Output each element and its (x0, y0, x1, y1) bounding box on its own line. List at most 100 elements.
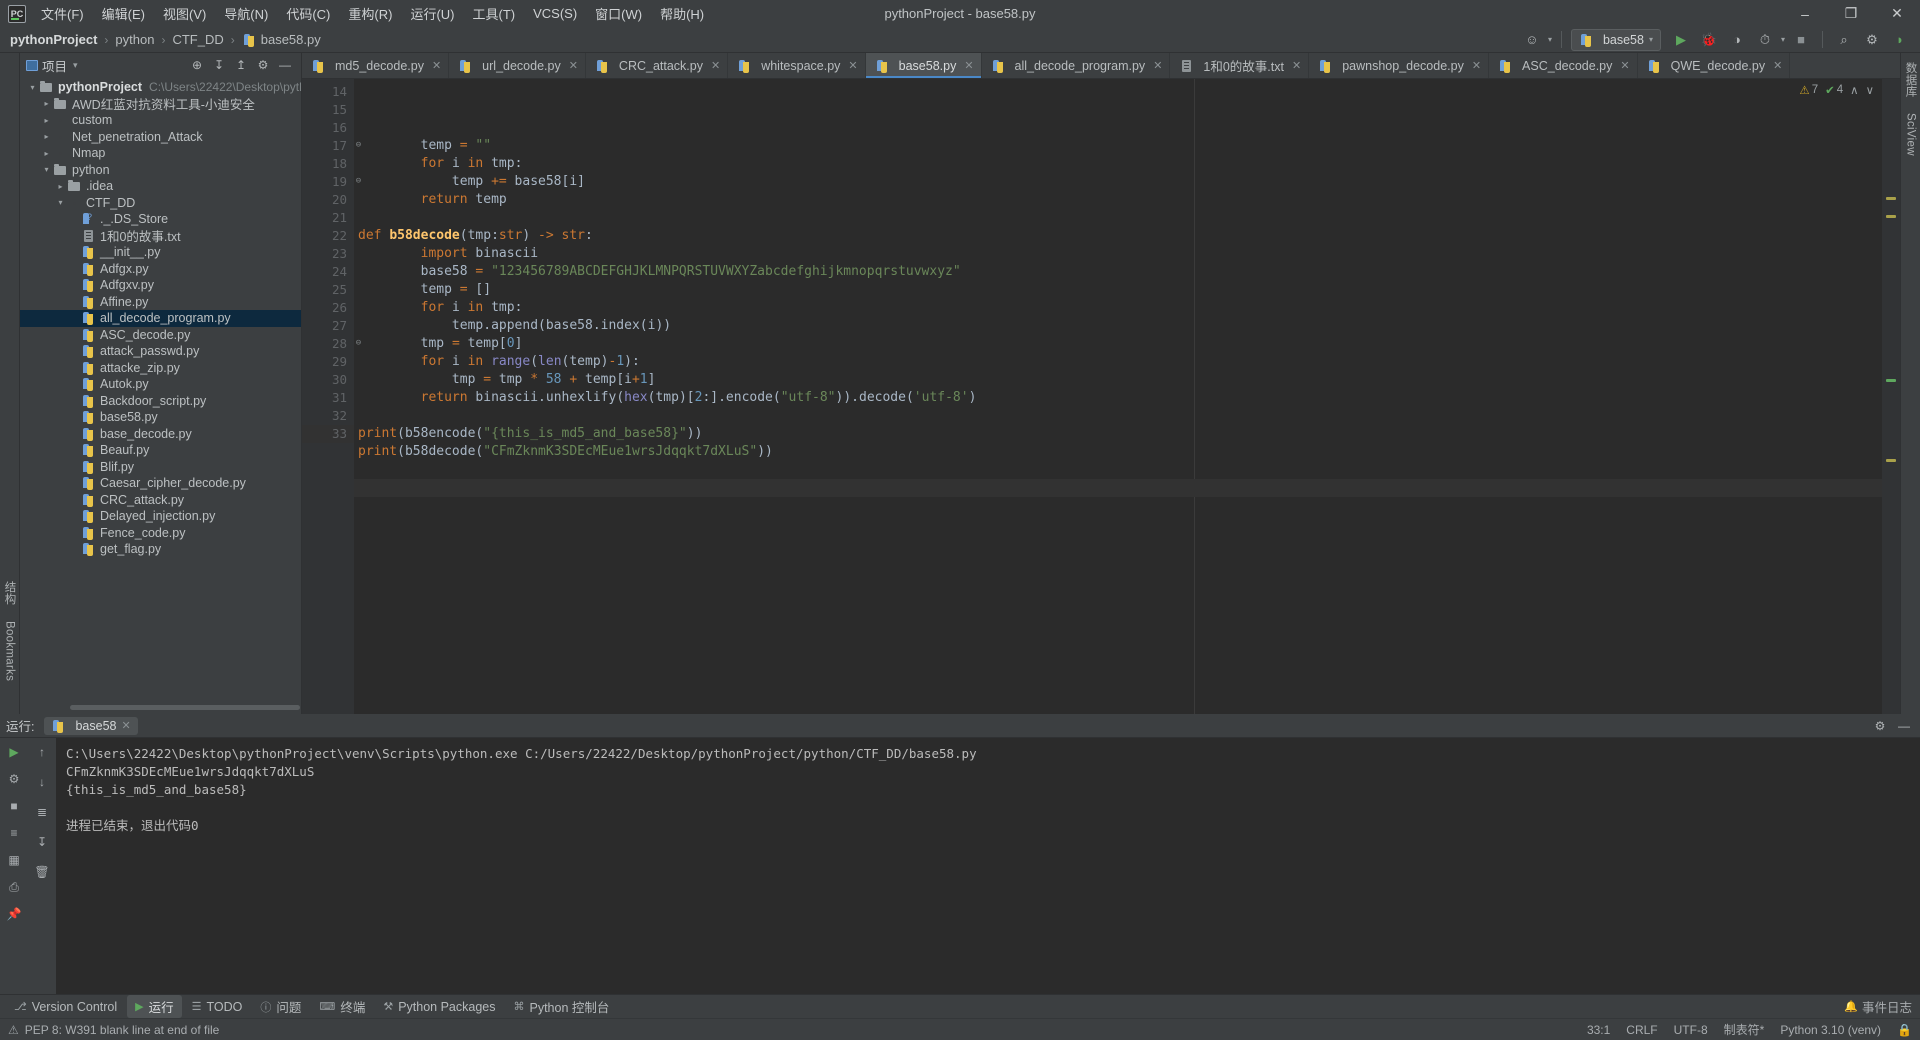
tree-item[interactable]: base_decode.py (20, 426, 301, 443)
caret-position[interactable]: 33:1 (1587, 1023, 1610, 1037)
pin-icon[interactable]: 📌 (4, 904, 24, 924)
tree-item[interactable]: base58.py (20, 409, 301, 426)
scroll-end-icon[interactable]: ↧ (32, 832, 52, 852)
code-line[interactable]: temp.append(base58.index(i)) (354, 317, 1900, 335)
editor-tab-bar[interactable]: md5_decode.py ✕ url_decode.py ✕ CRC_attack.p… (302, 53, 1900, 79)
tree-horizontal-scrollbar[interactable] (70, 705, 300, 710)
breadcrumb-ctfdd[interactable]: CTF_DD (172, 32, 223, 47)
line-number[interactable]: 18 (302, 155, 354, 173)
gear-icon[interactable]: ⚙ (253, 55, 273, 75)
code-line[interactable]: tmp = temp[0] (354, 335, 1900, 353)
rerun-button[interactable]: ▶ (4, 742, 24, 762)
editor-marker-bar[interactable] (1882, 79, 1900, 714)
chevron-down-icon[interactable]: ▾ (26, 83, 39, 92)
prev-issue-icon[interactable]: ∧ (1850, 83, 1858, 97)
close-icon[interactable]: ✕ (432, 59, 441, 72)
close-icon[interactable]: ✕ (964, 59, 973, 72)
menu-code[interactable]: 代码(C) (277, 1, 339, 26)
code-line[interactable]: temp = "" (354, 137, 1900, 155)
search-icon[interactable]: ⌕ (1832, 29, 1856, 51)
breadcrumb-project[interactable]: pythonProject (10, 32, 97, 47)
tree-item[interactable]: ._.DS_Store (20, 211, 301, 228)
editor-tab[interactable]: url_decode.py ✕ (449, 53, 586, 78)
line-number[interactable]: 26 (302, 299, 354, 317)
tree-item[interactable]: attacke_zip.py (20, 360, 301, 377)
code-line[interactable] (354, 209, 1900, 227)
menu-file[interactable]: 文件(F) (32, 1, 93, 26)
breadcrumb-python[interactable]: python (115, 32, 154, 47)
warning-marker[interactable] (1886, 197, 1896, 200)
console-output[interactable]: C:\Users\22422\Desktop\pythonProject\ven… (56, 738, 1920, 994)
code-line[interactable] (354, 461, 1900, 479)
gear-icon[interactable]: ⚙ (1870, 716, 1890, 736)
tree-item[interactable]: Adfgx.py (20, 261, 301, 278)
line-number[interactable]: 17 ⊖ (302, 137, 361, 155)
menu-run[interactable]: 运行(U) (401, 1, 463, 26)
code-line[interactable]: import binascii (354, 245, 1900, 263)
line-number[interactable]: 20 (302, 191, 354, 209)
close-icon[interactable]: ✕ (1292, 59, 1301, 72)
close-icon[interactable]: ✕ (1773, 59, 1782, 72)
tree-item[interactable]: ASC_decode.py (20, 327, 301, 344)
code-line[interactable] (354, 479, 1900, 497)
line-separator[interactable]: CRLF (1626, 1023, 1657, 1037)
tw-run[interactable]: ▶ 运行 (127, 995, 182, 1018)
info-marker[interactable] (1886, 379, 1896, 382)
code-line[interactable]: for i in range(len(temp)-1): (354, 353, 1900, 371)
inspection-widget[interactable]: ⚠ 7 ✔ 4 ∧ ∨ (1799, 83, 1874, 97)
code-line[interactable]: return binascii.unhexlify(hex(tmp)[2:].e… (354, 389, 1900, 407)
locate-icon[interactable]: ⊕ (187, 55, 207, 75)
close-icon[interactable]: ✕ (1620, 59, 1629, 72)
line-number[interactable]: 27 (302, 317, 354, 335)
soft-wrap-toggle[interactable]: ≣ (32, 802, 52, 822)
line-number[interactable]: 29 (302, 353, 354, 371)
tree-item[interactable]: ▸ custom (20, 112, 301, 129)
menu-edit[interactable]: 编辑(E) (93, 1, 154, 26)
line-number[interactable]: 21 (302, 209, 354, 227)
menu-refactor[interactable]: 重构(R) (339, 1, 401, 26)
file-encoding[interactable]: UTF-8 (1674, 1023, 1708, 1037)
debug-button[interactable]: 🐞 (1697, 29, 1721, 51)
editor-tab[interactable]: QWE_decode.py ✕ (1638, 53, 1791, 78)
tree-item[interactable]: Backdoor_script.py (20, 393, 301, 410)
code-line[interactable]: print(b58decode("CFmZknmK3SDEcMEue1wrsJd… (354, 443, 1900, 461)
scroll-up-icon[interactable]: ↑ (32, 742, 52, 762)
code-line[interactable]: base58 = "123456789ABCDEFGHJKLMNPQRSTUVW… (354, 263, 1900, 281)
tree-item[interactable]: all_decode_program.py (20, 310, 301, 327)
warning-marker[interactable] (1886, 215, 1896, 218)
tree-item[interactable]: Blif.py (20, 459, 301, 476)
clear-icon[interactable]: 🗑 (32, 862, 52, 882)
tree-item[interactable]: Autok.py (20, 376, 301, 393)
close-icon[interactable]: ✕ (1472, 59, 1481, 72)
tree-item[interactable]: ▾ CTF_DD (20, 195, 301, 212)
code-line[interactable]: temp += base58[i] (354, 173, 1900, 191)
warning-count[interactable]: ⚠ 7 (1799, 83, 1818, 97)
collapse-all-icon[interactable]: ↥ (231, 55, 251, 75)
close-icon[interactable]: ✕ (122, 719, 131, 732)
updates-icon[interactable]: ◗ (1888, 29, 1912, 51)
editor-tab[interactable]: ASC_decode.py ✕ (1489, 53, 1638, 78)
line-number[interactable]: 28 ⊖ (302, 335, 361, 353)
code-line[interactable]: tmp = tmp * 58 + temp[i+1] (354, 371, 1900, 389)
tree-item[interactable]: ▸ Net_penetration_Attack (20, 129, 301, 146)
tw-python-console[interactable]: ⌘ Python 控制台 (506, 995, 618, 1018)
tree-item[interactable]: CRC_attack.py (20, 492, 301, 509)
code-line[interactable]: for i in tmp: (354, 155, 1900, 173)
chevron-down-icon[interactable]: ▾ (1548, 35, 1552, 44)
next-issue-icon[interactable]: ∨ (1866, 83, 1874, 97)
scroll-down-icon[interactable]: ↓ (32, 772, 52, 792)
stop-button[interactable]: ■ (4, 796, 24, 816)
event-log-button[interactable]: 🔔 事件日志 (1844, 997, 1912, 1016)
menu-tools[interactable]: 工具(T) (463, 1, 524, 26)
code-line[interactable]: temp = [] (354, 281, 1900, 299)
tree-item[interactable]: Fence_code.py (20, 525, 301, 542)
tree-item[interactable]: 1和0的故事.txt (20, 228, 301, 244)
wrench-icon[interactable]: ⚙ (4, 769, 24, 789)
tw-version-control[interactable]: ⎇ Version Control (6, 998, 125, 1016)
close-icon[interactable]: ✕ (711, 59, 720, 72)
tree-item[interactable]: Delayed_injection.py (20, 508, 301, 525)
code-line[interactable]: print(b58encode("{this_is_md5_and_base58… (354, 425, 1900, 443)
menu-help[interactable]: 帮助(H) (651, 1, 713, 26)
print-icon[interactable]: ⎙ (4, 877, 24, 897)
maximize-button[interactable]: ❐ (1828, 0, 1874, 27)
